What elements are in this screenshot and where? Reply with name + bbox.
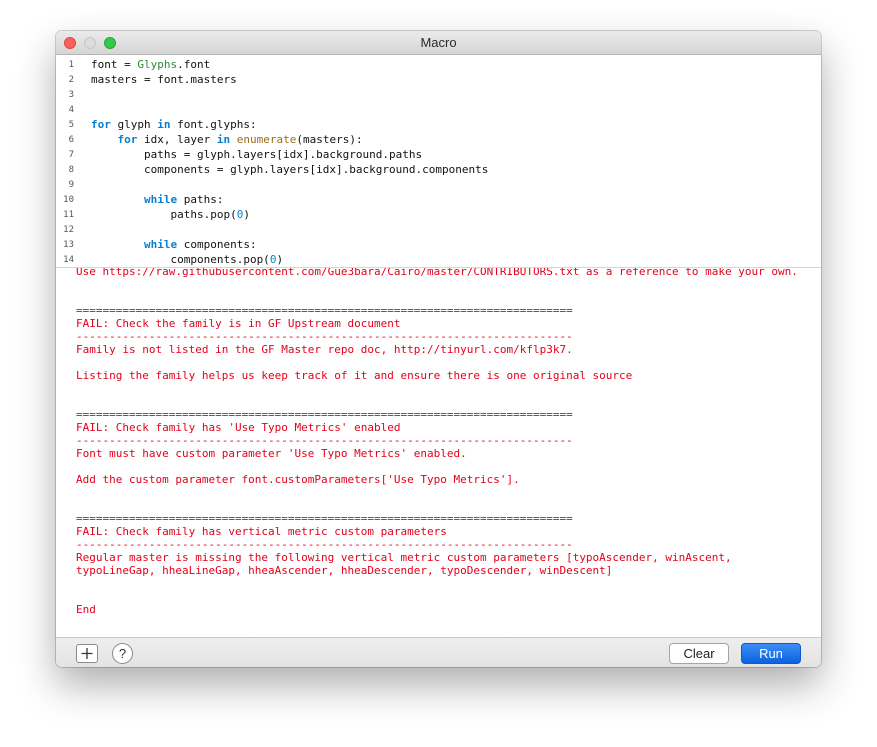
macro-window: Macro 1 font = Glyphs.font 2 masters = font… [56, 31, 821, 667]
code-editor[interactable]: 1 font = Glyphs.font 2 masters = font.maste… [56, 55, 821, 268]
code-token: in [157, 118, 171, 131]
line-number: 8 [68, 165, 74, 175]
output-line: Add the custom parameter font.customPara… [76, 473, 520, 486]
code-text: masters = font.masters [91, 73, 237, 86]
line-number: 1 [68, 60, 74, 70]
line-number: 10 [63, 195, 74, 205]
code-text: paths = glyph.layers[idx].background.pat… [91, 148, 422, 161]
add-button[interactable] [76, 644, 98, 663]
window-title: Macro [420, 35, 457, 50]
line-number: 4 [68, 105, 74, 115]
line-number: 13 [63, 240, 74, 250]
output-line: ========================================… [76, 512, 573, 525]
code-text: while components: [91, 238, 257, 251]
code-token: components = glyph.layers[idx].backgroun… [91, 163, 489, 176]
bottom-toolbar: ? Clear Run [56, 637, 821, 667]
output-line: Listing the family helps us keep track o… [76, 369, 633, 382]
code-text: paths.pop(0) [91, 208, 250, 221]
code-text: while paths: [91, 193, 223, 206]
code-token: while [143, 238, 178, 251]
output-line: ----------------------------------------… [76, 538, 573, 551]
output-line: typoLineGap, hheaLineGap, hheaAscender, … [76, 564, 613, 577]
output-line: FAIL: Check the family is in GF Upstream… [76, 317, 401, 330]
code-token: (masters): [296, 133, 363, 146]
output-console[interactable]: Use https://raw.githubusercontent.com/Gu… [56, 268, 821, 637]
line-number-gutter [56, 55, 80, 267]
output-line: FAIL: Check family has 'Use Typo Metrics… [76, 421, 401, 434]
code-token: font = [91, 58, 138, 71]
line-number: 3 [68, 90, 74, 100]
help-button[interactable]: ? [112, 643, 133, 664]
output-line: Regular master is missing the following … [76, 551, 732, 564]
code-token: components.pop( [91, 253, 270, 266]
clear-button[interactable]: Clear [669, 643, 729, 664]
code-token: masters = font.masters [91, 73, 237, 86]
code-text: components = glyph.layers[idx].backgroun… [91, 163, 488, 176]
output-line: Font must have custom parameter 'Use Typ… [76, 447, 467, 460]
code-token: enumerate [236, 133, 297, 146]
code-token: paths.pop( [91, 208, 237, 221]
code-token: while [143, 193, 178, 206]
output-line: Use https://raw.githubusercontent.com/Gu… [76, 268, 798, 278]
code-token: font.glyphs: [170, 118, 257, 131]
code-text: components.pop(0) [91, 253, 283, 266]
code-token: ) [276, 253, 284, 266]
code-token: components: [177, 238, 257, 251]
line-number: 14 [63, 255, 74, 265]
line-number: 7 [68, 150, 74, 160]
code-text: for glyph in font.glyphs: [91, 118, 257, 131]
plus-icon [81, 648, 93, 659]
line-number: 2 [68, 75, 74, 85]
output-line: ----------------------------------------… [76, 434, 573, 447]
code-token: for [91, 118, 111, 131]
code-token: glyph [110, 118, 158, 131]
output-line: ----------------------------------------… [76, 330, 573, 343]
line-number: 9 [68, 180, 74, 190]
line-number: 12 [63, 225, 74, 235]
line-number: 5 [68, 120, 74, 130]
output-line: Family is not listed in the GF Master re… [76, 343, 573, 356]
code-token: paths = glyph.layers[idx].background.pat… [91, 148, 423, 161]
code-token: in [216, 133, 231, 146]
code-token: idx, layer [137, 133, 217, 146]
code-token: for [117, 133, 138, 146]
line-number: 6 [68, 135, 74, 145]
run-button[interactable]: Run [741, 643, 801, 664]
output-line: End [76, 603, 96, 616]
title-bar: Macro [56, 31, 821, 55]
code-text: font = Glyphs.font [91, 58, 210, 71]
code-token: .font [177, 58, 211, 71]
code-text: for idx, layer in enumerate(masters): [91, 133, 363, 146]
output-line: FAIL: Check family has vertical metric c… [76, 525, 447, 538]
line-number: 11 [63, 210, 74, 220]
code-token: paths: [177, 193, 224, 206]
output-line: ========================================… [76, 408, 573, 421]
code-token: ) [243, 208, 250, 221]
output-line: ========================================… [76, 304, 573, 317]
code-token: Glyphs [137, 58, 178, 71]
